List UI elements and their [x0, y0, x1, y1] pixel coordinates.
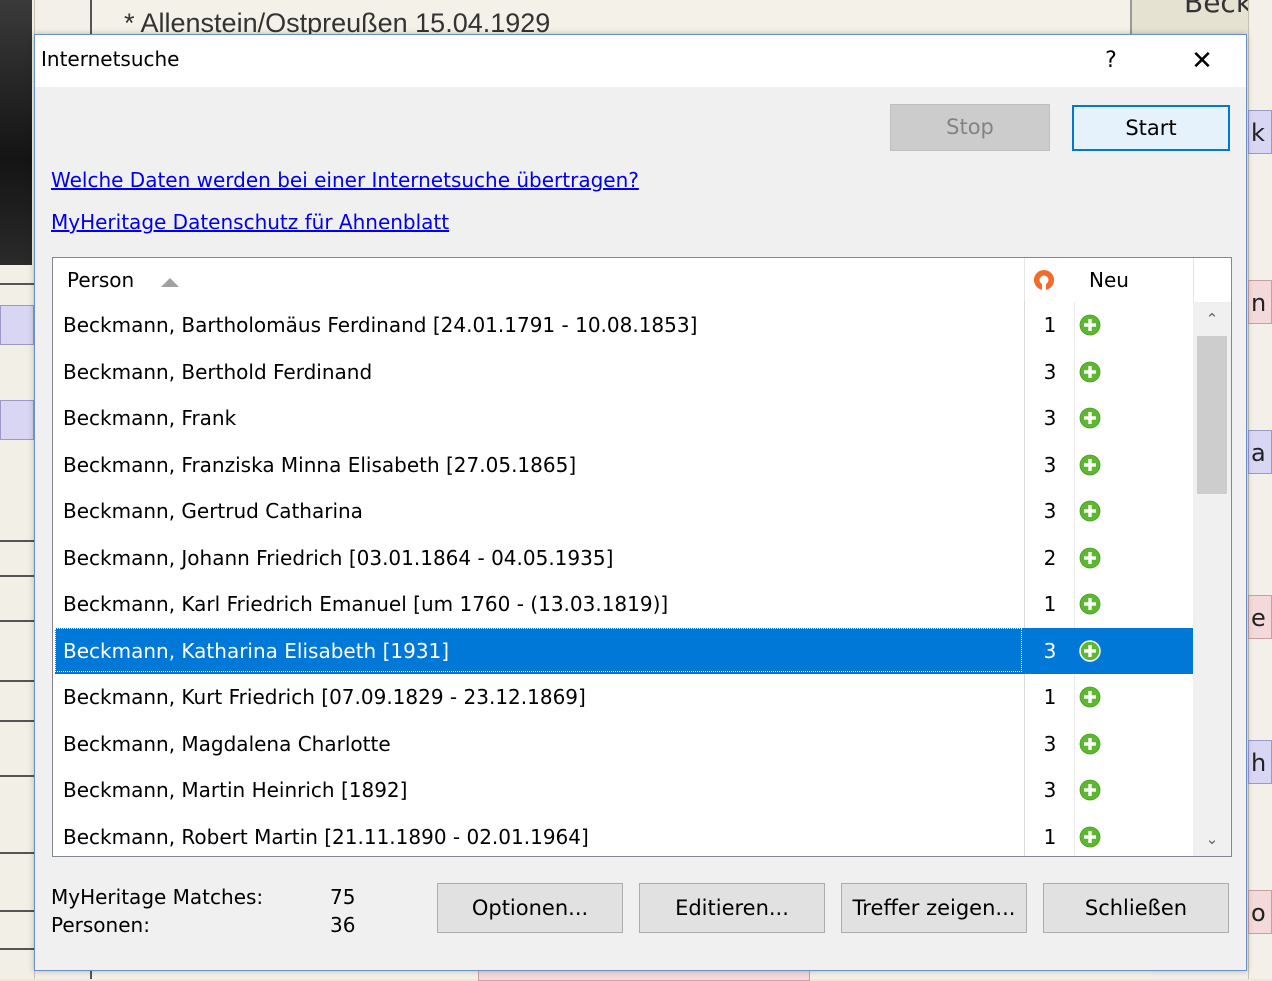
- add-new-icon[interactable]: [1079, 314, 1101, 336]
- start-button[interactable]: Start: [1072, 105, 1230, 151]
- match-count: 3: [1043, 499, 1057, 523]
- table-row[interactable]: Beckmann, Franziska Minna Elisabeth [27.…: [55, 442, 1193, 488]
- persons-label: Personen:: [51, 913, 150, 937]
- background-birth-record: * Allenstein/Ostpreußen 15.04.1929: [90, 0, 1164, 34]
- person-name: Beckmann, Karl Friedrich Emanuel [um 176…: [63, 592, 669, 616]
- myheritage-icon[interactable]: [1033, 269, 1055, 291]
- background-right-tab: n: [1248, 280, 1272, 324]
- background-divider: [0, 910, 34, 912]
- optionen-button[interactable]: Optionen...: [437, 883, 623, 933]
- person-name: Beckmann, Franziska Minna Elisabeth [27.…: [63, 452, 577, 477]
- column-header-neu[interactable]: Neu: [1089, 268, 1129, 292]
- dialog-title: Internetsuche: [41, 47, 180, 71]
- data-transfer-info-link[interactable]: Welche Daten werden bei einer Internetsu…: [51, 168, 639, 192]
- person-name: Beckmann, Katharina Elisabeth [1931]: [63, 638, 450, 663]
- match-count: 1: [1043, 592, 1057, 616]
- match-count: 3: [1043, 406, 1057, 430]
- background-divider: [0, 775, 34, 777]
- add-new-icon[interactable]: [1079, 733, 1101, 755]
- title-bar: Internetsuche ? ✕: [35, 35, 1246, 87]
- match-count: 3: [1043, 452, 1057, 477]
- match-count: 3: [1043, 778, 1057, 802]
- match-count: 1: [1043, 824, 1057, 849]
- sort-ascending-icon: [161, 278, 179, 287]
- background-divider: [0, 575, 34, 577]
- add-new-icon[interactable]: [1079, 779, 1101, 801]
- column-separator: [1193, 258, 1194, 302]
- matches-value: 75: [330, 885, 356, 909]
- background-divider: [0, 540, 34, 542]
- add-new-icon[interactable]: [1079, 454, 1101, 476]
- vertical-scrollbar[interactable]: ⌃ ⌄: [1193, 302, 1231, 856]
- column-separator: [1024, 258, 1025, 302]
- background-divider: [0, 620, 34, 622]
- background-divider: [0, 720, 34, 722]
- add-new-icon[interactable]: [1079, 593, 1101, 615]
- match-count: 3: [1043, 638, 1057, 663]
- table-row[interactable]: Beckmann, Katharina Elisabeth [1931] 3: [55, 627, 1193, 674]
- background-right-tab: h: [1248, 740, 1272, 784]
- background-right-tab: a: [1248, 430, 1272, 474]
- match-count: 2: [1043, 545, 1057, 570]
- person-name: Beckmann, Magdalena Charlotte: [63, 731, 391, 756]
- add-new-icon[interactable]: [1079, 547, 1101, 569]
- myheritage-privacy-link[interactable]: MyHeritage Datenschutz für Ahnenblatt: [51, 210, 449, 234]
- person-name: Beckmann, Robert Martin [21.11.1890 - 02…: [63, 824, 589, 849]
- add-new-icon[interactable]: [1079, 686, 1101, 708]
- scroll-thumb[interactable]: [1197, 336, 1227, 494]
- add-new-icon[interactable]: [1079, 361, 1101, 383]
- column-header-person[interactable]: Person: [67, 268, 134, 292]
- matches-label: MyHeritage Matches:: [51, 885, 264, 909]
- add-new-icon[interactable]: [1079, 826, 1101, 848]
- add-new-icon[interactable]: [1079, 639, 1101, 662]
- editieren-button[interactable]: Editieren...: [639, 883, 825, 933]
- close-button[interactable]: ✕: [1179, 37, 1225, 85]
- internetsuche-dialog: Internetsuche ? ✕ Stop Start Welche Date…: [34, 34, 1247, 971]
- stop-button[interactable]: Stop: [890, 104, 1050, 151]
- table-row[interactable]: Beckmann, Karl Friedrich Emanuel [um 176…: [55, 581, 1193, 627]
- person-name: Beckmann, Martin Heinrich [1892]: [63, 778, 408, 802]
- add-new-icon[interactable]: [1079, 500, 1101, 522]
- table-row[interactable]: Beckmann, Berthold Ferdinand 3: [55, 349, 1193, 395]
- scroll-down-icon[interactable]: ⌄: [1193, 822, 1231, 856]
- table-row[interactable]: Beckmann, Gertrud Catharina 3: [55, 488, 1193, 534]
- background-right-tab: o: [1248, 890, 1272, 934]
- add-new-icon[interactable]: [1079, 407, 1101, 429]
- list-header: Person Neu: [53, 258, 1194, 302]
- person-name: Beckmann, Frank: [63, 406, 237, 430]
- person-name: Beckmann, Gertrud Catharina: [63, 499, 363, 523]
- table-row[interactable]: Beckmann, Robert Martin [21.11.1890 - 02…: [55, 814, 1193, 857]
- person-results-list[interactable]: Person Neu Beckmann, Bartholomäus Ferdin…: [52, 257, 1232, 857]
- person-name: Beckmann, Berthold Ferdinand: [63, 359, 373, 384]
- match-count: 3: [1043, 359, 1057, 384]
- background-person-photo: [0, 0, 32, 265]
- background-divider: [0, 852, 34, 854]
- background-right-tab: e: [1248, 595, 1272, 639]
- table-row[interactable]: Beckmann, Magdalena Charlotte 3: [55, 721, 1193, 767]
- table-row[interactable]: Beckmann, Martin Heinrich [1892] 3: [55, 767, 1193, 813]
- table-row[interactable]: Beckmann, Frank 3: [55, 395, 1193, 441]
- persons-value: 36: [330, 913, 356, 937]
- background-divider: [0, 948, 34, 950]
- background-right-header: Beck: [1130, 0, 1250, 34]
- match-count: 1: [1043, 685, 1057, 709]
- help-button[interactable]: ?: [1088, 37, 1134, 85]
- schliessen-button[interactable]: Schließen: [1043, 883, 1229, 933]
- match-count: 1: [1043, 313, 1057, 337]
- treffer-zeigen-button[interactable]: Treffer zeigen...: [841, 883, 1027, 933]
- person-name: Beckmann, Bartholomäus Ferdinand [24.01.…: [63, 313, 698, 337]
- table-row[interactable]: Beckmann, Johann Friedrich [03.01.1864 -…: [55, 535, 1193, 581]
- background-divider: [0, 680, 34, 682]
- table-row[interactable]: Beckmann, Bartholomäus Ferdinand [24.01.…: [55, 302, 1193, 348]
- background-right-tab: k: [1248, 110, 1272, 154]
- table-row[interactable]: Beckmann, Kurt Friedrich [07.09.1829 - 2…: [55, 674, 1193, 720]
- match-count: 3: [1043, 731, 1057, 756]
- person-name: Beckmann, Johann Friedrich [03.01.1864 -…: [63, 545, 614, 570]
- background-divider: [0, 283, 34, 285]
- background-tab: [0, 400, 34, 440]
- scroll-up-icon[interactable]: ⌃: [1193, 302, 1231, 336]
- background-tab: [0, 305, 34, 345]
- person-name: Beckmann, Kurt Friedrich [07.09.1829 - 2…: [63, 685, 586, 709]
